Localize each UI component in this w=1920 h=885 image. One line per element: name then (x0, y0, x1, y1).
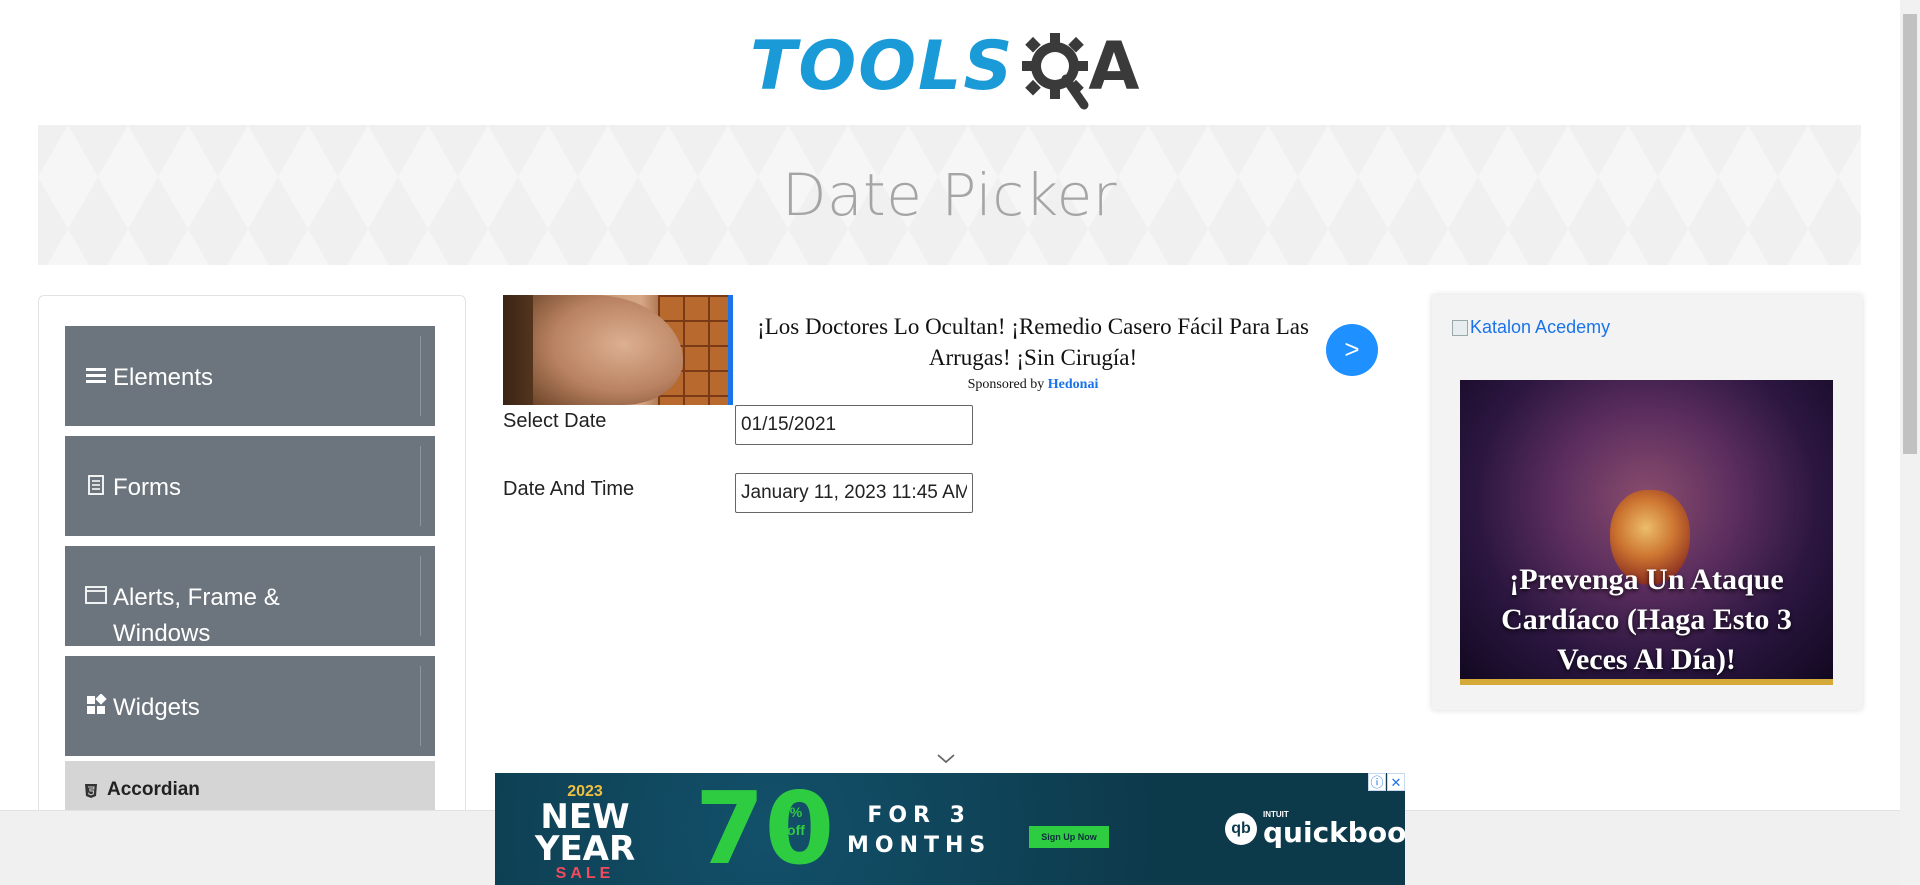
ad-controls: ⓘ ✕ (1368, 773, 1405, 791)
ad-percent: 70 (695, 773, 835, 885)
left-sidebar: Elements Forms Alerts, Frame & Windows W… (38, 295, 466, 885)
sidebar-group-label: Elements (113, 364, 214, 391)
quickbooks-label: quickbooks (1263, 816, 1405, 849)
download-arrow-icon[interactable] (429, 472, 457, 500)
sidebar-item-label: Accordian (107, 779, 200, 800)
divider (420, 666, 421, 746)
sidebar-group-label: Forms (113, 474, 181, 501)
ad-for-3: FOR 3 (867, 803, 971, 828)
date-and-time-label: Date And Time (503, 478, 635, 500)
sidebar-group-forms[interactable]: Forms (65, 436, 451, 536)
select-date-label: Select Date (503, 410, 607, 432)
page-banner: Date Picker (38, 125, 1861, 265)
ad-months: MONTHS (847, 833, 992, 858)
sidebar-group-alerts-frame-windows[interactable]: Alerts, Frame & Windows (65, 546, 451, 647)
upload-arrow-icon[interactable] (429, 692, 457, 720)
divider (420, 556, 421, 636)
window-icon (85, 584, 107, 606)
sidebar-group-elements[interactable]: Elements (65, 326, 451, 426)
sidebar-group-widgets[interactable]: Widgets (65, 656, 451, 756)
ad-new-year: NEW YEAR (534, 797, 636, 869)
ad-info-icon[interactable]: ⓘ (1368, 773, 1386, 791)
sponsored-ad-top[interactable]: ¡Los Doctores Lo Ocultan! ¡Remedio Caser… (503, 295, 1378, 405)
divider (420, 336, 421, 416)
page-scrollbar[interactable] (1900, 0, 1920, 885)
ad-close-icon[interactable]: ✕ (1387, 773, 1405, 791)
ad-percent-off: % off (783, 803, 809, 839)
logo-a-text: A (1088, 27, 1140, 105)
ad-signup-button[interactable]: Sign Up Now (1029, 826, 1109, 848)
quickbooks-wordmark: INTUIT quickbooks (1263, 811, 1405, 847)
list-icon (85, 364, 107, 386)
sponsored-ad-right[interactable]: Katalon Acedemy ¡Prevenga Un Ataque Card… (1432, 295, 1862, 710)
broken-image-icon (1452, 319, 1468, 336)
ad-duration: FOR 3 MONTHS (847, 801, 991, 861)
document-icon (85, 474, 107, 496)
ad-percent-symbol: % (789, 804, 803, 820)
widgets-icon (85, 693, 107, 716)
ad-image-accent (728, 295, 733, 405)
katalon-academy-alt-text: Katalon Acedemy (1470, 317, 1611, 337)
ad-right-image[interactable]: ¡Prevenga Un Ataque Cardíaco (Haga Esto … (1460, 380, 1833, 685)
scrollbar-thumb[interactable] (1903, 14, 1917, 454)
ad-sponsor-name[interactable]: Hedonai (1048, 377, 1099, 392)
sidebar-group-label: Alerts, Frame & Windows (113, 584, 280, 647)
ad-headline[interactable]: ¡Los Doctores Lo Ocultan! ¡Remedio Caser… (743, 311, 1323, 373)
sidebar-group-label: Widgets (113, 694, 200, 721)
katalon-academy-link[interactable]: Katalon Acedemy (1452, 317, 1610, 338)
date-and-time-input[interactable] (735, 473, 973, 513)
quickbooks-logo-icon: qb (1225, 813, 1257, 845)
ad-image (503, 295, 733, 405)
sponsored-ad-bottom[interactable]: 2023 NEW YEAR SALE 70 % off FOR 3 MONTHS… (495, 773, 1405, 885)
select-date-input[interactable] (735, 405, 973, 445)
chevron-down-icon[interactable] (935, 752, 957, 766)
page-title: Date Picker (781, 161, 1118, 229)
toolsqa-logo[interactable]: TOOLS A (750, 18, 1139, 114)
ad-sponsored-prefix: Sponsored by (967, 377, 1045, 392)
quickbooks-brand: qb INTUIT quickbooks (1225, 811, 1405, 847)
ad-sponsor-line: Sponsored by Hedonai (743, 377, 1323, 393)
download-arrow-icon[interactable] (429, 362, 457, 390)
download-arrow-icon[interactable] (429, 582, 457, 610)
ad-off-text: off (787, 822, 805, 838)
divider (420, 446, 421, 526)
ad-go-button[interactable]: > (1326, 324, 1378, 376)
ad-new-year-badge: 2023 NEW YEAR SALE (515, 783, 655, 883)
html5-icon (83, 783, 99, 799)
logo-tools-text: TOOLS (750, 26, 1015, 106)
ad-right-headline: ¡Prevenga Un Ataque Cardíaco (Haga Esto … (1501, 563, 1792, 676)
gear-magnifier-icon (1018, 29, 1092, 110)
